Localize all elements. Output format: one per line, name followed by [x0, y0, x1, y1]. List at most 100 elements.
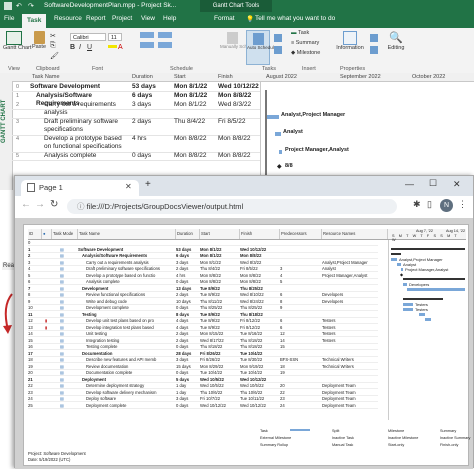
tell-me-search[interactable]: Tell me what you want to do	[255, 15, 335, 22]
column-header-finish[interactable]: Finish	[216, 73, 260, 82]
tab-task[interactable]: Task	[22, 14, 47, 28]
editing-button[interactable]: 🔍 Editing	[382, 31, 410, 51]
cut-icon[interactable]: ✂	[50, 32, 56, 40]
minimize-icon[interactable]: —	[405, 179, 414, 189]
format-painter-icon[interactable]: 🖌	[50, 52, 59, 60]
doc-bar-13	[403, 308, 413, 311]
doc-resource-cell: Testers	[322, 318, 336, 323]
tab-resource[interactable]: Resource	[54, 15, 82, 22]
tab-file[interactable]: File	[4, 15, 14, 22]
font-color-icon[interactable]: A	[118, 44, 123, 51]
doc-resource-cell: Deployment Team	[322, 402, 356, 408]
font-size-select[interactable]: 11	[108, 33, 122, 41]
column-header-start[interactable]: Start	[172, 73, 216, 82]
tab-format[interactable]: Format	[214, 15, 235, 22]
information-icon	[343, 31, 357, 45]
project-task-grid: Task Name Duration Start Finish August 2…	[12, 73, 474, 190]
mark-on-track-icon[interactable]	[158, 32, 172, 38]
insert-task-button[interactable]: ▬ Task	[291, 30, 309, 36]
font-name-select[interactable]: Calibri	[70, 33, 106, 41]
doc-summary-bar-7	[403, 278, 465, 280]
column-header-task-name[interactable]: Task Name	[30, 73, 130, 82]
italic-button[interactable]: I	[79, 44, 81, 51]
url-input[interactable]: ⓘ file:///D:/Projects/GroupDocsViewer/ou…	[67, 199, 397, 214]
doc-id-cell: 10	[28, 305, 33, 310]
project-row[interactable]: 5 Analysis complete 0 days Mon 8/8/22 Mon 8/…	[12, 152, 260, 161]
doc-start-cell: Tue 8/9/22	[200, 324, 220, 330]
doc-task-row: 10 Development complete 0 days Thu 8/25/22 T…	[28, 305, 378, 311]
column-header-duration[interactable]: Duration	[130, 73, 172, 82]
doc-task-row: 9 Write and debug code 10 days Thu 8/11/22 W…	[28, 299, 378, 305]
doc-id-cell: 23	[28, 389, 33, 395]
details-icon[interactable]	[370, 46, 378, 54]
underline-button[interactable]: U	[87, 44, 92, 51]
doc-id-cell: 14	[28, 331, 33, 336]
doc-task-name-cell: Analysis complete	[86, 279, 120, 284]
doc-start-cell: Mon 8/29/22	[200, 363, 224, 369]
column-header-info[interactable]	[12, 73, 30, 82]
doc-finish-cell: Mon 9/19/22	[240, 363, 264, 369]
doc-col-predecessors: Predecessors	[280, 229, 322, 239]
information-button[interactable]: Information	[333, 31, 367, 51]
link-tasks-icon[interactable]	[140, 42, 154, 48]
tab-project[interactable]: Project	[112, 15, 132, 22]
tab-view[interactable]: View	[141, 15, 155, 22]
paste-button[interactable]: Paste	[30, 31, 48, 50]
task-mode-icon: ▤	[60, 279, 64, 284]
menu-icon[interactable]: ⋮	[458, 199, 467, 210]
project-row[interactable]: 0 Software Development 53 days Mon 8/1/22 We…	[12, 83, 260, 92]
inspect-icon[interactable]	[274, 34, 282, 42]
doc-finish-cell: Thu 8/18/22	[240, 344, 263, 349]
browser-tab-page-1[interactable]: Page 1 ✕	[21, 180, 139, 196]
notes-icon[interactable]	[370, 34, 378, 42]
copy-icon[interactable]: ⎘	[50, 42, 56, 50]
start-cell: Mon 8/1/22	[174, 101, 207, 108]
indent-icon[interactable]	[158, 42, 172, 48]
project-row[interactable]: 3 Draft preliminary software specificatio…	[12, 118, 260, 136]
task-label: Task	[297, 30, 310, 36]
maximize-icon[interactable]: ☐	[429, 178, 437, 189]
duration-cell: 6 days	[132, 92, 153, 99]
task-mode-icon: ▤	[60, 253, 64, 258]
gantt-bar-task-5	[279, 150, 282, 154]
insert-summary-button[interactable]: ≡ Summary	[291, 40, 319, 46]
reload-icon[interactable]: ↻	[50, 199, 58, 210]
bold-button[interactable]: B	[70, 44, 75, 51]
doc-task-row: 12 Develop unit test plans based on pro 4 …	[28, 318, 378, 324]
timescale-header: August 2022 September 2022 October 2022	[260, 73, 474, 82]
back-icon[interactable]: ←	[21, 199, 31, 210]
project-row[interactable]: 4 Develop a prototype based on functional…	[12, 135, 260, 153]
window-close-icon[interactable]: ✕	[453, 179, 461, 190]
project-window: ↶ ↷ SoftwareDevelopmentPlan.mpp - Projec…	[0, 0, 474, 190]
auto-schedule-button[interactable]: Auto Schedule	[246, 30, 276, 65]
project-row[interactable]: 2 Carry out a requirements analysis 3 days…	[12, 101, 260, 119]
sidebar-icon[interactable]: ▯	[427, 199, 432, 210]
doc-task-name-cell: Review functional specifications	[86, 292, 146, 297]
redo-icon[interactable]: ↷	[28, 2, 34, 10]
tab-report[interactable]: Report	[86, 15, 106, 22]
lightbulb-icon: 💡	[246, 16, 255, 23]
doc-bar-12	[403, 303, 413, 306]
doc-start-cell: Mon 8/1/22	[200, 246, 222, 252]
row-number: 0	[16, 84, 20, 90]
new-tab-button[interactable]: +	[145, 179, 151, 190]
gantt-bar-label-4: Analyst	[283, 129, 303, 135]
forward-icon[interactable]: →	[35, 199, 45, 210]
document-table-header: ID ● Task Mode Task Name Duration Start …	[28, 229, 388, 240]
legend-task: Task	[260, 429, 268, 433]
tab-close-icon[interactable]: ✕	[125, 182, 132, 191]
doc-task-name-cell: Deployment complete	[86, 402, 127, 408]
manually-schedule-button[interactable]: Manually Schedule	[220, 32, 258, 50]
doc-task-name-cell: Testing complete	[86, 344, 118, 349]
percent-complete-icon[interactable]	[140, 32, 154, 38]
gantt-chart-button[interactable]: Gantt Chart	[3, 31, 31, 51]
undo-icon[interactable]: ↶	[16, 2, 22, 10]
insert-milestone-button[interactable]: ◆ Milestone	[291, 50, 320, 56]
doc-id-cell: 3	[28, 259, 31, 265]
move-icon[interactable]	[274, 46, 282, 54]
extensions-icon[interactable]: ✱	[413, 199, 421, 210]
profile-avatar[interactable]: N	[440, 199, 453, 212]
save-icon[interactable]	[4, 2, 12, 10]
highlight-icon[interactable]	[108, 45, 117, 48]
tab-help[interactable]: Help	[163, 15, 176, 22]
